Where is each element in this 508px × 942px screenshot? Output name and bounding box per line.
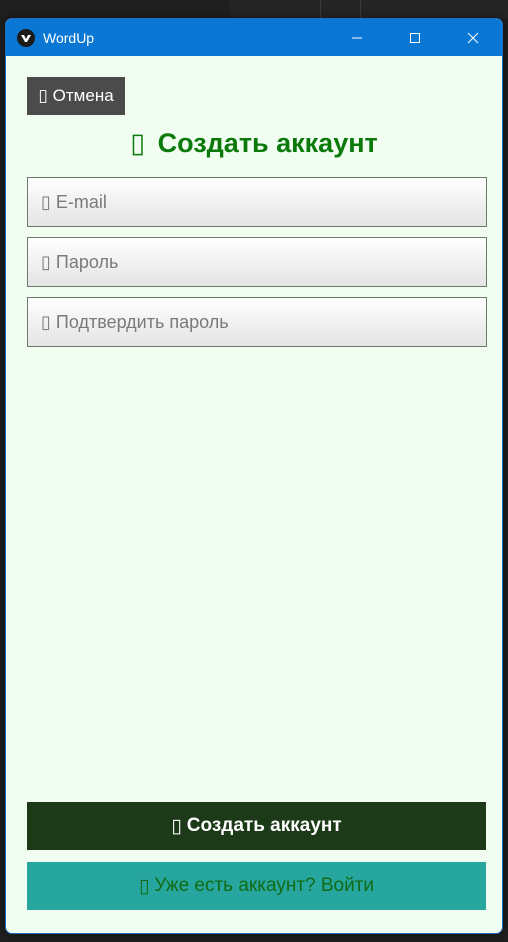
close-button[interactable] <box>444 19 502 56</box>
maximize-button[interactable] <box>386 19 444 56</box>
create-account-button[interactable]: ▯ Создать аккаунт <box>27 802 486 850</box>
app-content: ▯ Отмена ▯ Создать аккаунт ▯ E-mail ▯ Па… <box>6 56 502 933</box>
missing-glyph-icon: ▯ <box>38 86 48 105</box>
email-placeholder: E-mail <box>55 191 107 212</box>
app-window: WordUp ▯ Отмена ▯ Создать аккаунт ▯ E-ma… <box>5 18 503 934</box>
cancel-button[interactable]: ▯ Отмена <box>27 77 125 115</box>
password-placeholder: Пароль <box>55 251 119 272</box>
create-account-label: Создать аккаунт <box>186 815 342 836</box>
missing-glyph-icon: ▯ <box>138 875 150 897</box>
window-controls <box>328 19 502 56</box>
confirm-password-field[interactable]: ▯ Подтвердить пароль <box>27 297 487 347</box>
title-bar[interactable]: WordUp <box>6 19 502 56</box>
page-title-text: Создать аккаунт <box>157 128 378 158</box>
app-logo-icon <box>17 28 35 47</box>
email-field[interactable]: ▯ E-mail <box>27 177 487 227</box>
minimize-icon <box>352 37 362 38</box>
minimize-button[interactable] <box>328 19 386 56</box>
confirm-password-placeholder: Подтвердить пароль <box>55 311 229 332</box>
missing-glyph-icon: ▯ <box>171 815 182 837</box>
missing-glyph-icon: ▯ <box>41 251 51 272</box>
maximize-icon <box>410 32 420 43</box>
password-field[interactable]: ▯ Пароль <box>27 237 487 287</box>
window-title: WordUp <box>43 29 95 46</box>
missing-glyph-icon: ▯ <box>130 128 146 158</box>
close-icon <box>467 32 479 43</box>
background-editor-tabs <box>230 0 508 18</box>
missing-glyph-icon: ▯ <box>41 311 51 332</box>
missing-glyph-icon: ▯ <box>41 191 51 212</box>
cancel-button-label: Отмена <box>52 86 114 105</box>
login-link-button[interactable]: ▯ Уже есть аккаунт? Войти <box>27 862 486 910</box>
page-title: ▯ Создать аккаунт <box>6 128 502 159</box>
login-link-label: Уже есть аккаунт? Войти <box>154 875 375 896</box>
